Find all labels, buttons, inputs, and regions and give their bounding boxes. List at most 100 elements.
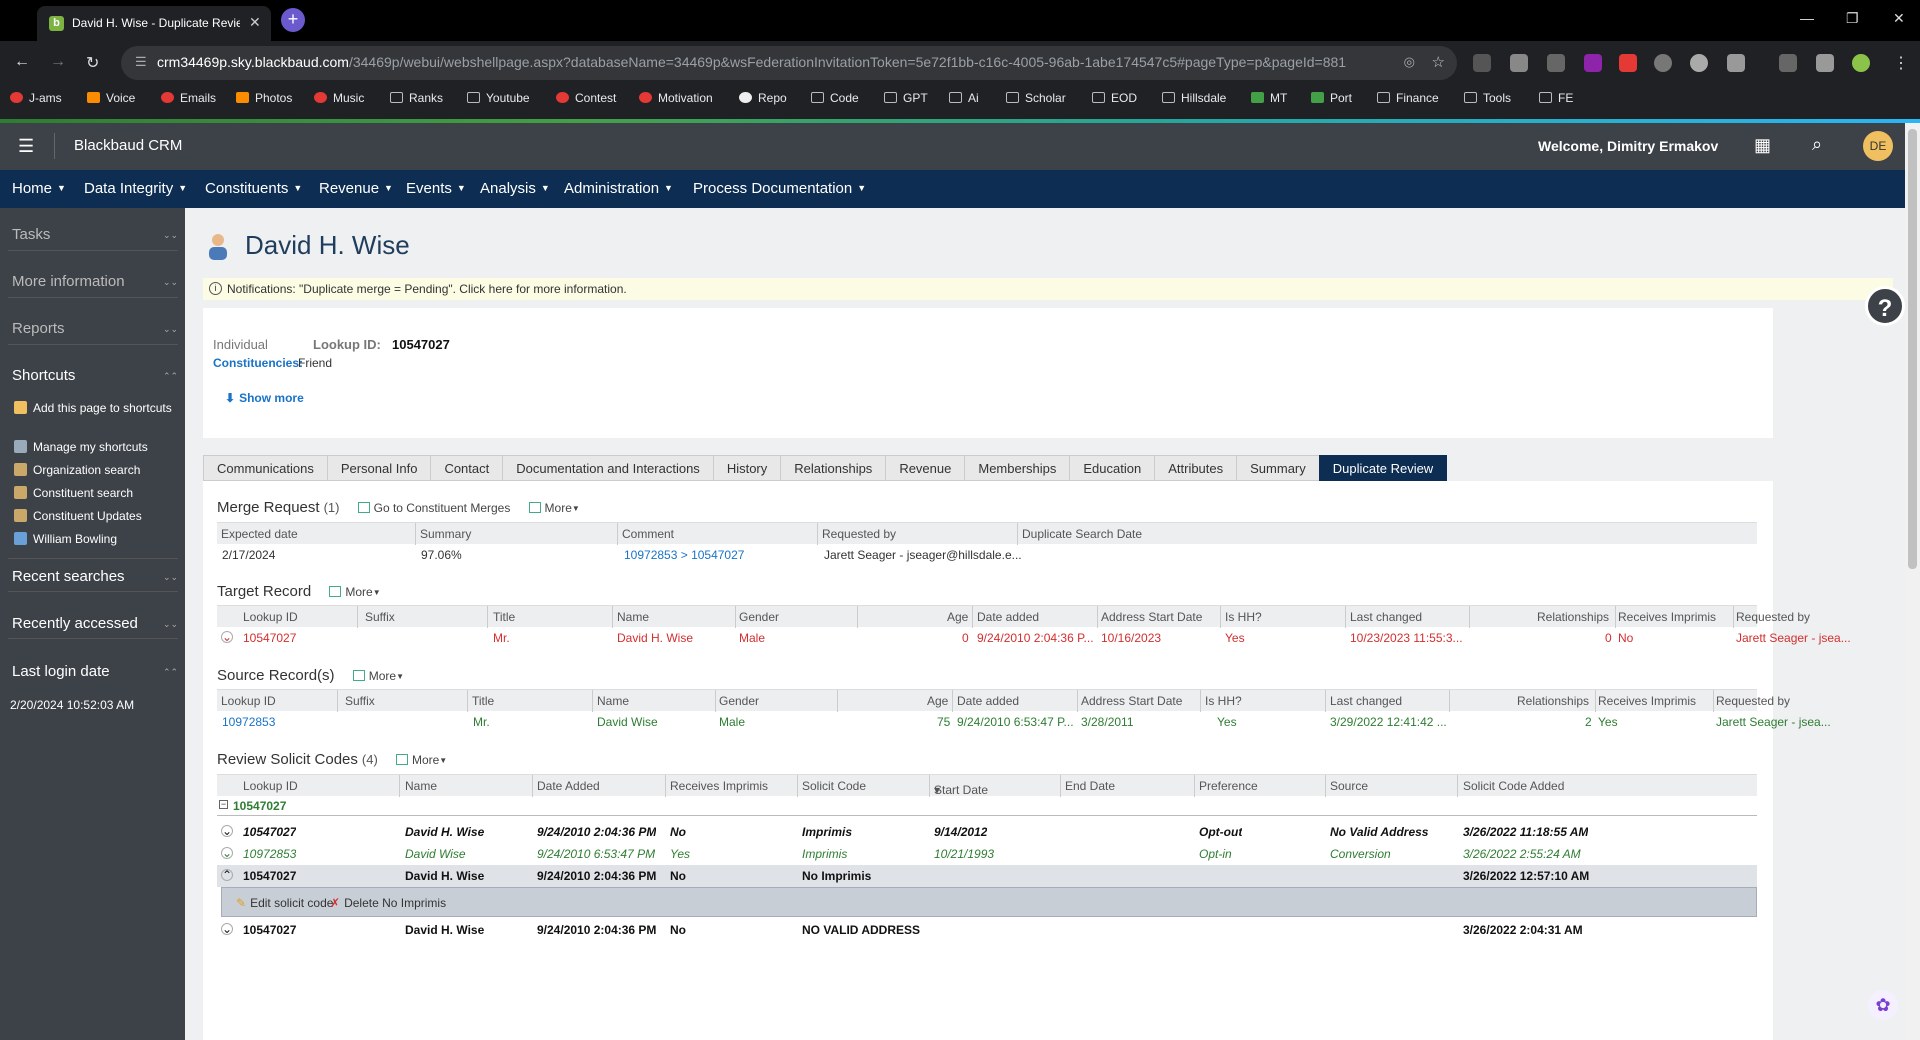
extension-icon[interactable]	[1547, 54, 1565, 72]
tab-history[interactable]: History	[712, 455, 782, 481]
extension-icon[interactable]	[1619, 54, 1637, 72]
tab-summary[interactable]: Summary	[1236, 455, 1320, 481]
shortcut-add-page[interactable]: Add this page to shortcuts	[14, 401, 174, 415]
chevron-down-icon[interactable]: ⌄⌄	[163, 572, 178, 583]
shortcut-manage[interactable]: Manage my shortcuts	[14, 440, 174, 454]
app-brand[interactable]: Blackbaud CRM	[74, 137, 182, 154]
address-bar[interactable]: ☰ crm34469p.sky.blackbaud.com/34469p/web…	[121, 46, 1457, 80]
new-tab-button[interactable]: +	[281, 8, 305, 32]
tab-revenue[interactable]: Revenue	[885, 455, 966, 481]
forward-icon[interactable]: →	[50, 53, 66, 71]
reload-icon[interactable]: ↻	[86, 53, 99, 73]
chevron-up-icon[interactable]: ⌃⌃	[163, 371, 178, 382]
sidebar-more-information[interactable]: More information	[12, 273, 125, 290]
extensions-puzzle-icon[interactable]	[1727, 54, 1745, 72]
bookmark-folder[interactable]: Youtube	[467, 91, 530, 105]
tab-personal-info[interactable]: Personal Info	[326, 455, 432, 481]
restore-icon[interactable]: ❐	[1846, 10, 1859, 27]
side-panel-icon[interactable]	[1816, 54, 1834, 72]
bookmark-item[interactable]: GPT	[884, 91, 928, 105]
notification-bar[interactable]: i Notifications: "Duplicate merge = Pendi…	[203, 278, 1893, 300]
close-tab-icon[interactable]: ✕	[249, 14, 261, 31]
show-more-link[interactable]: ⬇ Show more	[225, 391, 308, 405]
bookmark-folder[interactable]: FE	[1539, 91, 1573, 105]
profile-icon[interactable]	[1852, 54, 1870, 72]
extension-icon[interactable]	[1654, 54, 1672, 72]
collapse-row-icon[interactable]: ⌃	[221, 869, 233, 881]
shortcut-constituent-updates[interactable]: Constituent Updates	[14, 509, 174, 523]
nav-process-documentation[interactable]: Process Documentation ▼	[693, 180, 866, 197]
apps-grid-icon[interactable]: ▦	[1754, 135, 1771, 156]
menu-dots-icon[interactable]: ⋮	[1893, 53, 1909, 73]
assistant-brain-icon[interactable]: ✿	[1868, 990, 1898, 1020]
tab-education[interactable]: Education	[1069, 455, 1156, 481]
shortcut-org-search[interactable]: Organization search	[14, 463, 174, 477]
goto-merges-button[interactable]: Go to Constituent Merges	[357, 501, 510, 515]
edit-solicit-code-button[interactable]: ✎ Edit solicit code	[236, 896, 333, 910]
bookmark-item[interactable]: Contest	[556, 91, 616, 105]
shortcut-constituent-search[interactable]: Constituent search	[14, 486, 174, 500]
site-info-icon[interactable]: ☰	[135, 54, 147, 70]
constituencies-label[interactable]: Constituencies:	[213, 356, 303, 370]
nav-administration[interactable]: Administration ▼	[564, 180, 673, 197]
table-row[interactable]: 10972853 Mr. David Wise Male 75 9/24/201…	[217, 711, 1831, 733]
table-row[interactable]: ⌄ 10547027 David H. Wise 9/24/2010 2:04:…	[217, 821, 1757, 843]
tab-relationships[interactable]: Relationships	[780, 455, 887, 481]
bookmark-star-icon[interactable]: ☆	[1432, 53, 1445, 71]
bookmark-item[interactable]: Emails	[161, 91, 216, 105]
nav-data-integrity[interactable]: Data Integrity ▼	[84, 180, 187, 197]
sidebar-shortcuts[interactable]: Shortcuts	[12, 367, 75, 384]
sidebar-recently-accessed[interactable]: Recently accessed	[12, 615, 138, 632]
bookmark-folder[interactable]: Scholar	[1006, 91, 1066, 105]
help-icon[interactable]: ?	[1865, 286, 1905, 326]
bookmark-folder[interactable]: Code	[811, 91, 859, 105]
extension-icon[interactable]	[1584, 54, 1602, 72]
nav-revenue[interactable]: Revenue ▼	[319, 180, 393, 197]
delete-no-imprimis-button[interactable]: ✗ Delete No Imprimis	[330, 896, 446, 910]
close-window-icon[interactable]: ✕	[1893, 10, 1905, 27]
expand-row-icon[interactable]: ⌄	[221, 825, 233, 837]
table-row[interactable]: 2/17/2024 97.06% 10972853 > 10547027 Jar…	[217, 544, 1757, 566]
nav-constituents[interactable]: Constituents ▼	[205, 180, 302, 197]
extension-icon[interactable]	[1690, 54, 1708, 72]
bookmark-item[interactable]: MT	[1251, 91, 1287, 105]
merge-comment-link[interactable]: 10972853 > 10547027	[624, 548, 744, 562]
search-icon[interactable]: ⌕	[1812, 134, 1822, 155]
source-lookup-link[interactable]: 10972853	[222, 715, 275, 729]
bookmark-folder[interactable]: Hillsdale	[1162, 91, 1226, 105]
media-icon[interactable]	[1779, 54, 1797, 72]
tab-memberships[interactable]: Memberships	[964, 455, 1071, 481]
shortcut-william-bowling[interactable]: William Bowling	[14, 532, 174, 546]
chevron-down-icon[interactable]: ⌄⌄	[163, 619, 178, 630]
browser-tab[interactable]: b David H. Wise - Duplicate Revie ✕	[37, 6, 271, 41]
nav-events[interactable]: Events ▼	[406, 180, 466, 197]
avatar[interactable]: DE	[1863, 131, 1893, 161]
collapse-group-icon[interactable]: −	[219, 800, 228, 809]
bookmark-item[interactable]: Repo	[739, 91, 787, 105]
sidebar-tasks[interactable]: Tasks	[12, 226, 50, 243]
nav-home[interactable]: Home ▼	[12, 180, 66, 197]
bookmark-item[interactable]: Voice	[87, 91, 135, 105]
table-row-selected[interactable]: ⌃ 10547027 David H. Wise 9/24/2010 2:04:…	[217, 865, 1757, 887]
chevron-down-icon[interactable]: ⌄⌄	[163, 324, 178, 335]
hamburger-menu-icon[interactable]: ☰	[18, 136, 34, 157]
nav-analysis[interactable]: Analysis ▼	[480, 180, 550, 197]
sidebar-reports[interactable]: Reports	[12, 320, 65, 337]
group-header[interactable]: − 10547027	[217, 796, 1757, 816]
table-row[interactable]: ⌄ 10547027 Mr. David H. Wise Male 0 9/24…	[217, 627, 1851, 649]
expand-row-icon[interactable]: ⌄	[221, 923, 233, 935]
bookmark-folder[interactable]: EOD	[1092, 91, 1137, 105]
scrollbar-thumb[interactable]	[1908, 129, 1917, 569]
back-icon[interactable]: ←	[14, 53, 30, 71]
table-row[interactable]: ⌄ 10972853 David Wise 9/24/2010 6:53:47 …	[217, 843, 1757, 865]
chevron-down-icon[interactable]: ⌄⌄	[163, 277, 178, 288]
table-row[interactable]: ⌄ 10547027 David H. Wise 9/24/2010 2:04:…	[217, 919, 1757, 941]
tab-duplicate-review[interactable]: Duplicate Review	[1318, 455, 1448, 481]
chevron-down-icon[interactable]: ⌄⌄	[163, 230, 178, 241]
more-menu-button[interactable]: More▼	[395, 753, 447, 767]
tab-documentation[interactable]: Documentation and Interactions	[502, 455, 714, 481]
sidebar-recent-searches[interactable]: Recent searches	[12, 568, 125, 585]
more-menu-button[interactable]: More▼	[352, 669, 404, 683]
more-menu-button[interactable]: More▼	[329, 585, 381, 599]
bookmark-item[interactable]: Port	[1311, 91, 1352, 105]
